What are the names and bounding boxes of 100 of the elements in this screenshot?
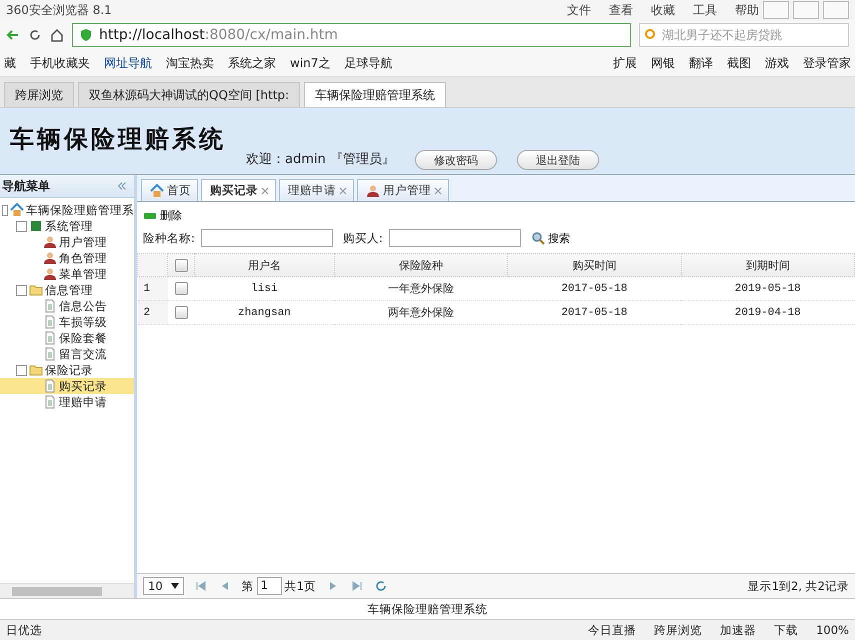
checkbox[interactable] bbox=[174, 258, 188, 272]
person-icon bbox=[43, 267, 57, 281]
refresh-icon bbox=[28, 28, 42, 42]
toolbar-item[interactable]: 网银 bbox=[651, 54, 675, 72]
tree-item[interactable]: 车辆保险理赔管理系 bbox=[0, 202, 134, 218]
page-size-select[interactable]: 10 bbox=[143, 577, 184, 595]
column-header[interactable]: 保险险种 bbox=[334, 254, 508, 276]
tree-item[interactable]: 车损等级 bbox=[0, 314, 134, 330]
page-total: 共1页 bbox=[284, 578, 316, 594]
tree-item[interactable]: 信息管理 bbox=[0, 282, 134, 298]
toolbar-item[interactable]: 登录管家 bbox=[803, 54, 851, 72]
refresh-icon bbox=[374, 579, 388, 593]
table-cell: lisi bbox=[194, 276, 334, 300]
bookmark[interactable]: 藏 bbox=[4, 54, 16, 72]
checkbox[interactable] bbox=[174, 282, 188, 295]
menu-item[interactable]: 文件 bbox=[567, 2, 591, 18]
page-field[interactable]: 1 bbox=[256, 577, 282, 595]
status-item[interactable]: 今日直播 bbox=[588, 622, 636, 638]
tree-item[interactable]: 购买记录 bbox=[0, 378, 134, 394]
column-header[interactable]: 购买时间 bbox=[508, 254, 682, 276]
house-icon bbox=[10, 203, 24, 217]
welcome-text: 欢迎：admin 『管理员』 bbox=[246, 151, 395, 169]
tree-item[interactable]: 理赔申请 bbox=[0, 394, 134, 410]
tree-item[interactable]: 保险记录 bbox=[0, 362, 134, 378]
tree-item[interactable]: 用户管理 bbox=[0, 234, 134, 250]
browser-tab[interactable]: 车辆保险理赔管理系统 bbox=[304, 82, 446, 107]
search-icon bbox=[644, 28, 658, 42]
tree-item[interactable]: 留言交流 bbox=[0, 346, 134, 362]
bookmark[interactable]: 淘宝热卖 bbox=[166, 54, 214, 72]
app-logo: 车辆保险理赔系统 bbox=[10, 123, 226, 155]
close-button[interactable] bbox=[823, 1, 849, 19]
tree-item[interactable]: 菜单管理 bbox=[0, 266, 134, 282]
close-icon[interactable] bbox=[339, 186, 347, 194]
first-page-icon bbox=[194, 579, 208, 593]
bookmark[interactable]: 足球导航 bbox=[344, 54, 392, 72]
status-item[interactable]: 加速器 bbox=[720, 622, 756, 638]
document-icon bbox=[43, 315, 57, 329]
person-icon bbox=[43, 235, 57, 249]
address-field[interactable]: http://localhost:8080/cx/main.htm bbox=[72, 23, 631, 47]
header-button[interactable]: 修改密码 bbox=[414, 150, 497, 170]
tree-item[interactable]: 系统管理 bbox=[0, 218, 134, 234]
document-icon bbox=[43, 395, 57, 409]
maximize-button[interactable] bbox=[793, 1, 819, 19]
document-icon bbox=[43, 331, 57, 345]
column-header[interactable]: 到期时间 bbox=[681, 254, 854, 276]
menu-item[interactable]: 工具 bbox=[693, 2, 717, 18]
search-button[interactable]: 搜索 bbox=[530, 230, 570, 246]
minimize-button[interactable] bbox=[763, 1, 789, 19]
status-item[interactable]: 100% bbox=[816, 623, 849, 637]
document-icon bbox=[43, 347, 57, 361]
bookmark[interactable]: 系统之家 bbox=[228, 54, 276, 72]
checkbox[interactable] bbox=[174, 306, 188, 319]
status-item[interactable]: 下载 bbox=[774, 622, 798, 638]
record-summary: 显示1到2, 共2记录 bbox=[748, 578, 849, 594]
menu-item[interactable]: 查看 bbox=[609, 2, 633, 18]
browser-tab[interactable]: 双鱼林源码大神调试的QQ空间 [http: bbox=[78, 82, 300, 107]
header-button[interactable]: 退出登陆 bbox=[516, 150, 599, 170]
toolbar-item[interactable]: 游戏 bbox=[765, 54, 789, 72]
menu-item[interactable]: 收藏 bbox=[651, 2, 675, 18]
menu-item[interactable]: 帮助 bbox=[735, 2, 759, 18]
tab[interactable]: 用户管理 bbox=[357, 179, 449, 201]
status-item[interactable]: 跨屏浏览 bbox=[654, 622, 702, 638]
module-icon bbox=[29, 219, 43, 233]
page-label: 第 bbox=[242, 578, 254, 594]
delete-button[interactable]: 删除 bbox=[143, 208, 182, 223]
home-icon bbox=[50, 28, 64, 42]
input-field[interactable] bbox=[200, 229, 333, 247]
table-cell: 两年意外保险 bbox=[334, 300, 508, 324]
table-cell: 2019-05-18 bbox=[681, 276, 854, 300]
dropdown-arrow-icon[interactable] bbox=[170, 583, 179, 589]
toolbar-item[interactable]: 截图 bbox=[727, 54, 751, 72]
toolbar-item[interactable]: 翻译 bbox=[689, 54, 713, 72]
last-page-icon bbox=[350, 579, 364, 593]
tab[interactable]: 理赔申请 bbox=[279, 179, 354, 201]
bookmark[interactable]: 网址导航 bbox=[104, 54, 152, 72]
bookmark[interactable]: 手机收藏夹 bbox=[30, 54, 90, 72]
tab[interactable]: 首页 bbox=[141, 179, 198, 201]
house-icon bbox=[150, 184, 164, 198]
table-cell: 2019-04-18 bbox=[681, 300, 854, 324]
table-cell: zhangsan bbox=[194, 300, 334, 324]
footer-text: 车辆保险理赔管理系统 bbox=[368, 602, 488, 616]
status-item[interactable]: 日优选 bbox=[6, 622, 42, 638]
tree-item[interactable]: 信息公告 bbox=[0, 298, 134, 314]
nav-title: 导航菜单 bbox=[2, 178, 50, 194]
row-number: 2 bbox=[138, 300, 168, 324]
browser-tab[interactable]: 跨屏浏览 bbox=[4, 82, 74, 107]
filter-label: 险种名称: bbox=[143, 230, 195, 246]
scrollbar[interactable] bbox=[0, 583, 134, 598]
tab[interactable]: 购买记录 bbox=[201, 179, 276, 201]
column-header[interactable]: 用户名 bbox=[194, 254, 334, 276]
close-icon[interactable] bbox=[434, 186, 442, 194]
back-icon bbox=[6, 28, 20, 42]
toolbar-item[interactable]: 扩展 bbox=[613, 54, 637, 72]
tree-item[interactable]: 保险套餐 bbox=[0, 330, 134, 346]
table-cell: 2017-05-18 bbox=[508, 300, 682, 324]
bookmark[interactable]: win7之 bbox=[290, 54, 330, 72]
person-icon bbox=[43, 251, 57, 265]
close-icon[interactable] bbox=[261, 186, 269, 194]
tree-item[interactable]: 角色管理 bbox=[0, 250, 134, 266]
input-field[interactable] bbox=[388, 229, 521, 247]
